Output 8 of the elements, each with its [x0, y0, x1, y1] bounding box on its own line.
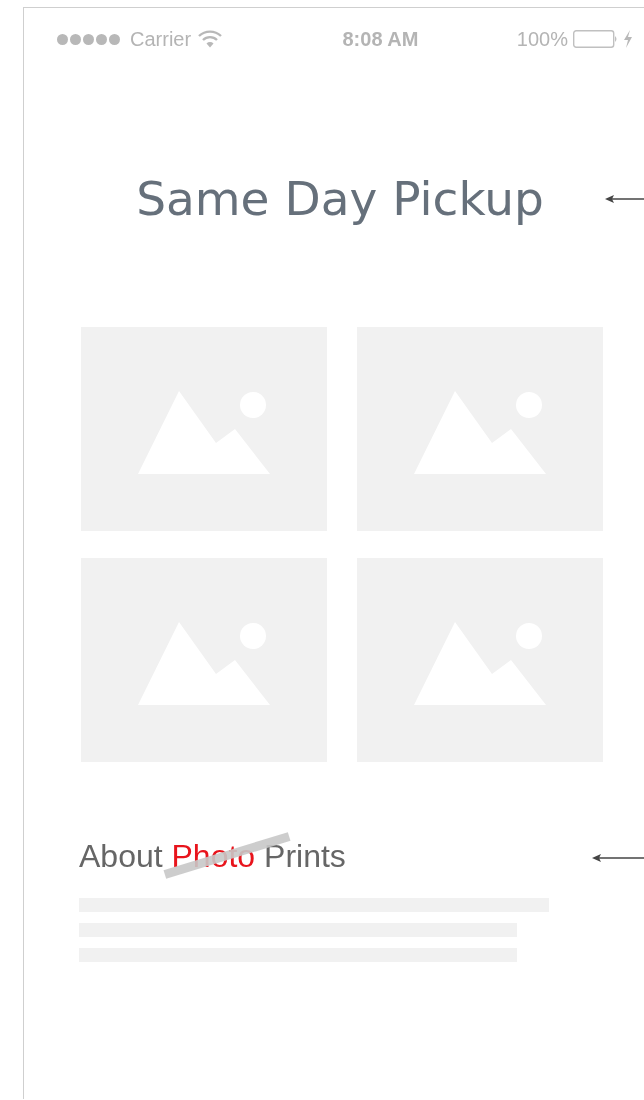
section-heading: About Photo Prints [79, 837, 346, 876]
status-time: 8:08 AM [342, 27, 419, 51]
carrier-name: Carrier [130, 27, 192, 51]
battery-icon [573, 30, 618, 48]
signal-icon [57, 33, 123, 45]
page-title: Same Day Pickup [135, 170, 545, 228]
battery-percent: 100% [516, 27, 568, 51]
wifi-icon [198, 30, 223, 48]
